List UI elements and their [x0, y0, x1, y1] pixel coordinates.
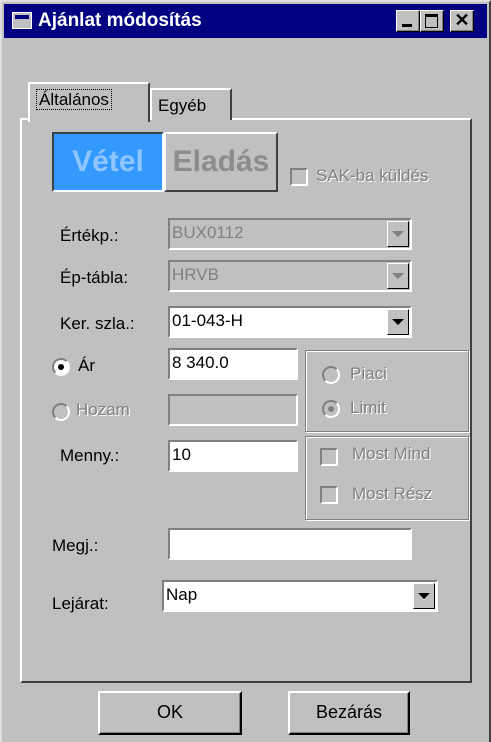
quantity-label: Menny.: — [60, 446, 120, 465]
tab-general-label: Általános — [36, 89, 112, 110]
part-now-checkbox[interactable] — [320, 486, 338, 504]
ok-button[interactable]: OK — [98, 691, 242, 735]
board-label: Ép-tábla: — [60, 268, 129, 287]
window-title: Ajánlat módosítás — [38, 10, 202, 31]
part-now-label: Most Rész — [352, 484, 433, 503]
security-dropdown[interactable]: BUX0112 — [168, 218, 412, 250]
expiry-label: Lejárat: — [52, 594, 109, 613]
yield-label: Hozam — [76, 400, 130, 419]
price-input[interactable]: 8 340.0 — [168, 348, 298, 380]
tab-other[interactable]: Egyéb — [150, 88, 232, 120]
security-value: BUX0112 — [172, 223, 244, 242]
minimize-button[interactable] — [396, 10, 420, 32]
close-window-button[interactable]: ✕ — [450, 10, 474, 32]
all-now-label: Most Mind — [352, 444, 431, 463]
buy-button[interactable]: Vétel — [52, 132, 164, 192]
sak-label: SAK-ba küldés — [316, 166, 429, 185]
security-label: Értékp.: — [60, 226, 119, 245]
maximize-button[interactable] — [420, 10, 444, 32]
expiry-dropdown-arrow-icon[interactable] — [413, 583, 435, 609]
price-label: Ár — [78, 356, 95, 375]
account-dropdown[interactable]: 01-043-H — [168, 306, 412, 338]
expiry-value: Nap — [166, 585, 198, 604]
close-button[interactable]: Bezárás — [288, 691, 410, 735]
account-label: Ker. szla.: — [60, 314, 135, 333]
note-input[interactable] — [168, 528, 412, 560]
yield-radio[interactable] — [52, 403, 70, 421]
sell-button[interactable]: Eladás — [164, 132, 278, 192]
quantity-input[interactable]: 10 — [168, 440, 298, 472]
title-bar[interactable]: Ajánlat módosítás ✕ — [4, 4, 487, 38]
expiry-dropdown[interactable]: Nap — [162, 580, 438, 612]
yield-input[interactable] — [168, 394, 298, 426]
limit-label: Limit — [350, 398, 386, 417]
tab-general[interactable]: Általános — [28, 82, 150, 122]
security-dropdown-arrow-icon[interactable] — [387, 221, 409, 247]
window-icon — [12, 12, 32, 29]
board-dropdown-arrow-icon[interactable] — [387, 263, 409, 289]
board-dropdown[interactable]: HRVB — [168, 260, 412, 292]
market-label: Piaci — [350, 364, 387, 383]
limit-radio[interactable] — [322, 400, 340, 418]
sak-checkbox[interactable] — [290, 168, 308, 186]
account-dropdown-arrow-icon[interactable] — [387, 309, 409, 335]
board-value: HRVB — [172, 265, 219, 284]
account-value: 01-043-H — [172, 311, 243, 330]
market-radio[interactable] — [322, 366, 340, 384]
note-label: Megj.: — [52, 536, 99, 555]
price-radio[interactable] — [52, 358, 70, 376]
all-now-checkbox[interactable] — [320, 448, 338, 466]
price-type-group — [305, 350, 469, 432]
